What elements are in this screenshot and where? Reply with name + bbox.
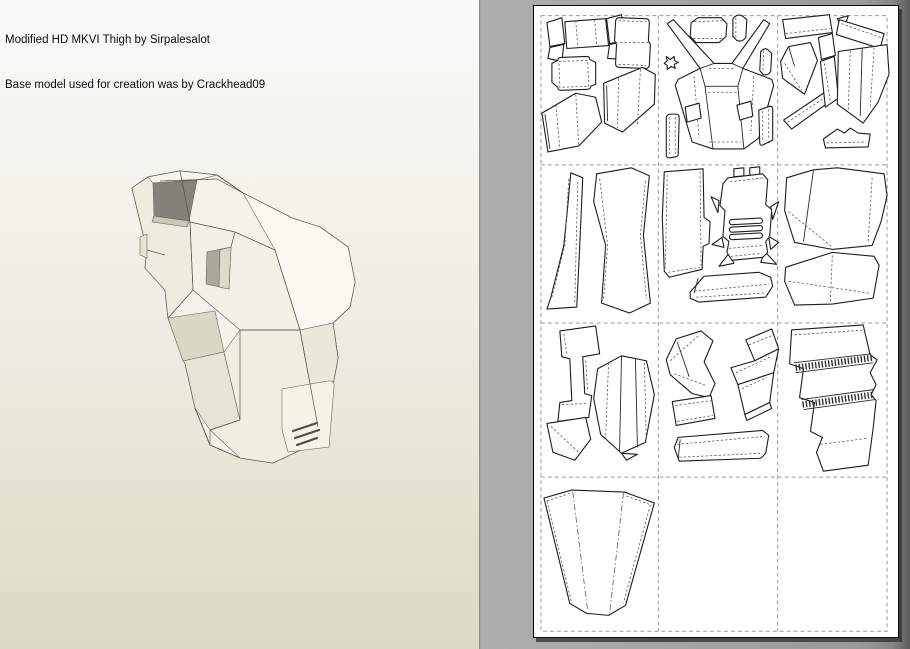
shape-path xyxy=(541,92,603,153)
shape-path xyxy=(543,489,655,616)
shape-path xyxy=(684,102,702,123)
model-title: Modified HD MKVI Thigh by Sirpalesalot xyxy=(5,34,210,46)
shape-path xyxy=(719,173,773,261)
shape-path xyxy=(665,330,716,399)
unfold-pieces-canvas[interactable] xyxy=(534,6,897,636)
shape-path xyxy=(218,246,232,290)
shape-path xyxy=(603,66,656,133)
shape-path xyxy=(783,92,831,130)
shape-path xyxy=(593,167,651,314)
shape-path xyxy=(661,168,711,278)
shape-path xyxy=(152,179,198,222)
shape-path xyxy=(789,324,878,472)
pattern-panel[interactable] xyxy=(481,0,910,649)
shape-path xyxy=(733,167,745,178)
shape-path xyxy=(728,224,764,233)
shape-path xyxy=(758,105,774,146)
shape-path xyxy=(759,48,773,76)
3d-view-panel[interactable]: Modified HD MKVI Thigh by Sirpalesalot B… xyxy=(0,0,479,649)
shape-path xyxy=(663,55,679,70)
shape-path xyxy=(689,271,774,303)
shape-path xyxy=(546,17,566,48)
shape-path xyxy=(564,18,610,50)
shape-path xyxy=(665,113,680,159)
shape-path xyxy=(728,217,764,226)
shape-path xyxy=(732,14,748,42)
shape-path xyxy=(711,236,725,248)
model-credit: Base model used for creation was by Crac… xyxy=(5,79,266,91)
shape-path xyxy=(139,233,148,259)
shape-path xyxy=(167,310,225,362)
shape-path xyxy=(593,355,655,454)
shape-path xyxy=(822,127,871,149)
shape-path xyxy=(736,100,754,121)
shape-path xyxy=(728,232,764,241)
pepakura-window: { "header": { "line1": "Modified HD MKVI… xyxy=(0,0,910,649)
shape-path xyxy=(817,33,836,60)
shape-path xyxy=(836,43,890,124)
shape-path xyxy=(614,17,651,69)
shape-path xyxy=(782,14,833,40)
shape-path xyxy=(551,55,597,91)
shape-path xyxy=(585,360,589,392)
shape-path xyxy=(557,325,601,422)
shape-path xyxy=(620,452,638,461)
shape-path xyxy=(710,196,720,214)
pattern-page[interactable] xyxy=(533,5,899,638)
shape-path xyxy=(546,416,592,461)
model-info-text: Modified HD MKVI Thigh by Sirpalesalot B… xyxy=(5,3,265,123)
